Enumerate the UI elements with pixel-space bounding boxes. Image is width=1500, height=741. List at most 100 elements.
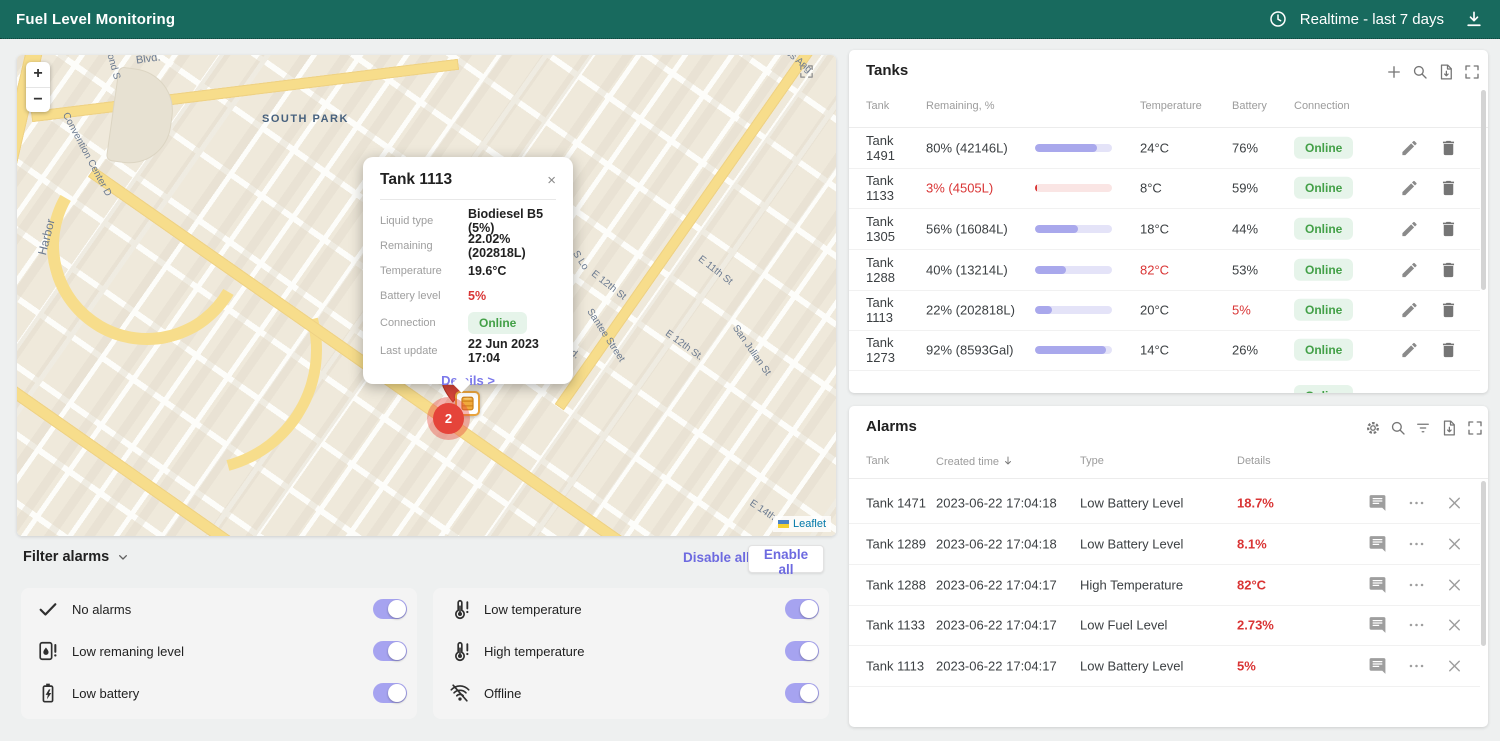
more-actions-icon[interactable]	[1407, 657, 1426, 676]
settings-gear-icon[interactable]	[1364, 419, 1382, 437]
tank-temperature: 18°C	[1140, 222, 1169, 237]
comment-icon[interactable]	[1368, 494, 1387, 513]
alarm-tank: Tank 1289	[866, 537, 926, 552]
scrollbar[interactable]	[1481, 90, 1486, 290]
export-icon[interactable]	[1440, 419, 1458, 437]
download-icon[interactable]	[1464, 9, 1484, 29]
marker-cluster[interactable]: 2	[433, 403, 464, 434]
alarm-type: Low Battery Level	[1080, 659, 1183, 674]
add-icon[interactable]	[1385, 63, 1403, 81]
filter-icon[interactable]	[1414, 419, 1432, 437]
alarm-type: High Temperature	[1080, 578, 1183, 593]
field-value: 22 Jun 2023 17:04	[468, 337, 556, 365]
field-value: 22.02% (202818L)	[468, 232, 556, 260]
edit-icon[interactable]	[1400, 341, 1419, 360]
check-icon	[37, 598, 59, 620]
close-icon[interactable]: ×	[547, 173, 556, 188]
edit-icon[interactable]	[1400, 139, 1419, 158]
delete-icon[interactable]	[1439, 139, 1458, 158]
offline-toggle[interactable]	[785, 683, 819, 703]
table-row[interactable]: Tank 1273 92% (8593Gal) 14°C 26% Online	[849, 330, 1480, 371]
level-bar	[1035, 306, 1112, 314]
alarm-row[interactable]: Tank 1288 2023-06-22 17:04:17 High Tempe…	[849, 565, 1480, 606]
scrollbar[interactable]	[1481, 481, 1486, 646]
table-row[interactable]: Tank Online	[849, 371, 1480, 393]
clock-icon[interactable]	[1268, 9, 1288, 29]
edit-icon[interactable]	[1400, 179, 1419, 198]
fuel-monitoring-dashboard: Fuel Level Monitoring Realtime - last 7 …	[0, 0, 1500, 741]
status-badge: Online	[1294, 218, 1353, 240]
delete-icon[interactable]	[1439, 179, 1458, 198]
alarm-row[interactable]: Tank 1471 2023-06-22 17:04:18 Low Batter…	[849, 483, 1480, 524]
table-row[interactable]: Tank 1491 80% (42146L) 24°C 76% Online	[849, 128, 1480, 169]
column-header-sortable[interactable]: Created time	[936, 455, 1014, 468]
connection-cell: Online	[1294, 339, 1353, 361]
filter-item: Low battery	[37, 680, 407, 706]
status-badge: Online	[1294, 177, 1353, 199]
connection-cell: Online	[1294, 137, 1353, 159]
filter-item: Offline	[449, 680, 819, 706]
dismiss-icon[interactable]	[1445, 616, 1464, 635]
column-header: Tank	[866, 455, 889, 467]
alarm-row[interactable]: Tank 1133 2023-06-22 17:04:17 Low Fuel L…	[849, 605, 1480, 646]
delete-icon[interactable]	[1439, 341, 1458, 360]
search-icon[interactable]	[1411, 63, 1429, 81]
dismiss-icon[interactable]	[1445, 535, 1464, 554]
alarm-row[interactable]: Tank 1113 2023-06-22 17:04:17 Low Batter…	[849, 646, 1480, 687]
more-actions-icon[interactable]	[1407, 494, 1426, 513]
comment-icon[interactable]	[1368, 657, 1387, 676]
map[interactable]: SOUTH PARK Harbor Bond S Convention Cent…	[17, 55, 836, 536]
fullscreen-icon[interactable]	[1463, 63, 1481, 81]
fullscreen-icon[interactable]	[1466, 419, 1484, 437]
dismiss-icon[interactable]	[1445, 657, 1464, 676]
table-row[interactable]: Tank 1305 56% (16084L) 18°C 44% Online	[849, 209, 1480, 250]
low-temperature-toggle[interactable]	[785, 599, 819, 619]
table-row[interactable]: Tank 1288 40% (13214L) 82°C 53% Online	[849, 250, 1480, 291]
alarm-created-time: 2023-06-22 17:04:18	[936, 496, 1057, 511]
popup-field: Last update 22 Jun 2023 17:04	[380, 338, 556, 363]
alarm-type: Low Battery Level	[1080, 496, 1183, 511]
filter-item: High temperature	[449, 638, 819, 664]
zoom-out-button[interactable]: −	[26, 88, 50, 113]
comment-icon[interactable]	[1368, 576, 1387, 595]
zoom-in-button[interactable]: +	[26, 62, 50, 88]
edit-icon[interactable]	[1400, 220, 1419, 239]
chevron-down-icon	[115, 549, 131, 565]
realtime-range-label[interactable]: Realtime - last 7 days	[1300, 11, 1444, 28]
comment-icon[interactable]	[1368, 535, 1387, 554]
more-actions-icon[interactable]	[1407, 535, 1426, 554]
status-badge: Online	[1294, 385, 1353, 393]
export-icon[interactable]	[1437, 63, 1455, 81]
dismiss-icon[interactable]	[1445, 494, 1464, 513]
no-alarms-toggle[interactable]	[373, 599, 407, 619]
delete-icon[interactable]	[1439, 261, 1458, 280]
more-actions-icon[interactable]	[1407, 576, 1426, 595]
connection-cell: Online	[1294, 259, 1353, 281]
column-header: Connection	[1294, 100, 1350, 112]
delete-icon[interactable]	[1439, 301, 1458, 320]
popup-field: Remaining 22.02% (202818L)	[380, 233, 556, 258]
comment-icon[interactable]	[1368, 616, 1387, 635]
dismiss-icon[interactable]	[1445, 576, 1464, 595]
low-battery-toggle[interactable]	[373, 683, 407, 703]
delete-icon[interactable]	[1439, 220, 1458, 239]
low-remaining-toggle[interactable]	[373, 641, 407, 661]
details-link[interactable]: Details >	[441, 373, 495, 388]
thermometer-low-icon	[449, 598, 471, 620]
disable-all-button[interactable]: Disable all	[683, 550, 750, 565]
tank-popup: Tank 1113 × Liquid type Biodiesel B5 (5%…	[363, 157, 573, 384]
search-icon[interactable]	[1389, 419, 1407, 437]
tank-remaining: 92% (8593Gal)	[926, 343, 1013, 358]
table-row[interactable]: Tank 1133 3% (4505L) 8°C 59% Online	[849, 168, 1480, 209]
filter-alarms-header[interactable]: Filter alarms	[23, 549, 131, 565]
edit-icon[interactable]	[1400, 301, 1419, 320]
tank-battery: 76%	[1232, 141, 1258, 156]
fullscreen-icon[interactable]	[798, 63, 815, 80]
more-actions-icon[interactable]	[1407, 616, 1426, 635]
table-row[interactable]: Tank 1113 22% (202818L) 20°C 5% Online	[849, 290, 1480, 331]
high-temperature-toggle[interactable]	[785, 641, 819, 661]
alarm-row[interactable]: Tank 1289 2023-06-22 17:04:18 Low Batter…	[849, 524, 1480, 565]
leaflet-link[interactable]: Leaflet	[793, 518, 826, 530]
enable-all-button[interactable]: Enable all	[748, 545, 824, 573]
edit-icon[interactable]	[1400, 261, 1419, 280]
